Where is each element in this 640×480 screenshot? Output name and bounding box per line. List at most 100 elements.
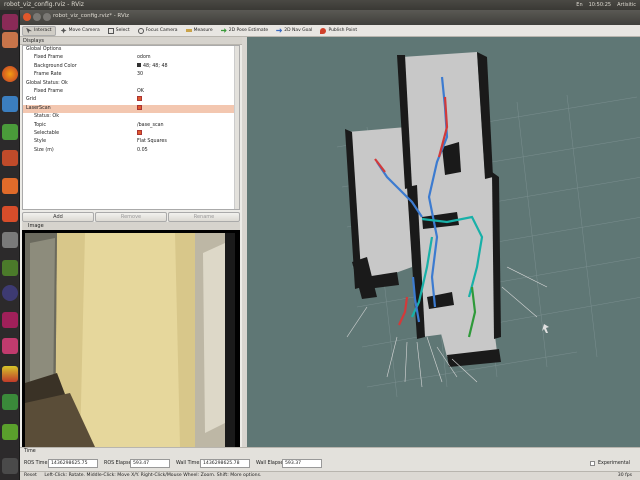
media-icon[interactable] — [2, 312, 18, 328]
displays-row[interactable]: Frame Rate 30 — [23, 71, 239, 79]
system-tray[interactable]: En 10:50:25 Artisitic — [576, 1, 636, 9]
displays-row-key: Grid — [26, 97, 37, 103]
ubuntu-one-icon[interactable] — [2, 206, 18, 222]
tool-focus-camera[interactable]: Focus Camera — [135, 26, 181, 36]
displays-row-key: Status: Ok — [34, 114, 59, 120]
displays-row-key: Fixed Frame — [34, 88, 63, 94]
user-menu[interactable]: Artisitic — [617, 1, 636, 9]
tools-toolbar: Interact Move Camera Select Focus Camera… — [20, 25, 640, 37]
dash-icon[interactable] — [2, 14, 18, 30]
status-hint: Left-Click: Rotate. Middle-Click: Move X… — [44, 473, 262, 478]
qt-icon[interactable] — [2, 424, 18, 440]
wall-time-field: 1436298625.78 — [200, 459, 250, 468]
displays-row[interactable]: Global Status: Ok — [23, 80, 239, 88]
displays-row[interactable]: Selectable — [23, 129, 239, 138]
keyboard-indicator[interactable]: En — [576, 1, 582, 9]
clock[interactable]: 10:50:25 — [589, 1, 611, 9]
tool-select[interactable]: Select — [105, 26, 133, 36]
displays-tree[interactable]: Global Options Fixed Frame odom Background … — [22, 45, 240, 210]
cursor-icon — [26, 27, 32, 34]
displays-row-value-text: 48; 48; 48 — [143, 63, 168, 69]
calc-icon[interactable] — [2, 124, 18, 140]
rename-button[interactable]: Rename — [168, 212, 240, 222]
displays-scrollbar[interactable] — [234, 46, 239, 209]
tool-2d-nav-goal[interactable]: 2D Nav Goal — [273, 26, 315, 36]
remove-button[interactable]: Remove — [95, 212, 167, 222]
tool-move-camera[interactable]: Move Camera — [58, 26, 103, 36]
firefox-icon[interactable] — [2, 66, 18, 82]
displays-row[interactable]: Global Options — [23, 46, 239, 54]
checkbox-icon[interactable] — [137, 129, 142, 135]
tool-label: Publish Point — [328, 28, 358, 33]
text-editor-icon[interactable] — [2, 338, 18, 354]
displays-row[interactable]: Fixed Frame OK — [23, 88, 239, 96]
displays-row-value[interactable]: 30 — [137, 71, 143, 79]
tool-interact[interactable]: Interact — [22, 25, 56, 36]
minimize-window-icon[interactable] — [33, 13, 41, 21]
launcher — [0, 10, 20, 480]
ros-elapsed-field: 593.47 — [130, 459, 170, 468]
select-icon — [107, 27, 114, 34]
displays-row[interactable]: Status: Ok — [23, 113, 239, 121]
top-panel-title: robot_viz_config.rviz - RViz — [4, 1, 84, 8]
top-panel: robot_viz_config.rviz - RViz En 10:50:25… — [0, 0, 640, 10]
focus-icon — [137, 27, 144, 34]
displays-row[interactable]: Grid — [23, 96, 239, 104]
software-center-icon[interactable] — [2, 178, 18, 194]
tool-label: Move Camera — [68, 28, 100, 33]
displays-row-value-text: OK — [137, 88, 144, 94]
displays-row-value[interactable]: odom — [137, 54, 151, 62]
tools-icon[interactable] — [2, 394, 18, 410]
checkbox-icon[interactable] — [137, 96, 142, 102]
displays-row-key: Style — [34, 139, 47, 145]
tool-label: Measure — [193, 28, 213, 33]
add-button[interactable]: Add — [22, 212, 94, 222]
eclipse-icon[interactable] — [2, 285, 18, 301]
displays-row-key: Size (m) — [34, 147, 54, 153]
wall-elapsed-field: 593.37 — [282, 459, 322, 468]
displays-row-key: Background Color — [34, 63, 77, 69]
displays-row-value[interactable]: OK — [137, 88, 144, 96]
writer-icon[interactable] — [2, 96, 18, 112]
experimental-checkbox[interactable] — [590, 461, 595, 466]
displays-row-value[interactable]: 0.05 — [137, 147, 148, 155]
ros-time-label: ROS Time: — [24, 461, 50, 466]
displays-row-value[interactable] — [137, 96, 142, 104]
displays-row-value[interactable] — [137, 104, 142, 113]
apps-icon[interactable] — [2, 366, 18, 382]
displays-row[interactable]: Style Flat Squares — [23, 138, 239, 146]
3d-viewport[interactable] — [247, 37, 640, 447]
files-icon[interactable] — [2, 32, 18, 48]
tool-measure[interactable]: Measure — [183, 26, 216, 36]
fps-readout: 30 fps — [617, 473, 632, 478]
reset-button[interactable]: Reset — [24, 473, 37, 478]
checkbox-icon[interactable] — [137, 104, 142, 110]
displays-row[interactable]: Topic/base_scan — [23, 122, 239, 130]
maximize-window-icon[interactable] — [43, 13, 51, 21]
settings-icon[interactable] — [2, 232, 18, 248]
close-window-icon[interactable] — [23, 13, 31, 21]
displays-buttons: Add Remove Rename — [22, 212, 240, 222]
displays-row[interactable]: Size (m) 0.05 — [23, 147, 239, 155]
experimental-label: Experimental — [598, 461, 630, 466]
impress-icon[interactable] — [2, 150, 18, 166]
camera-image — [25, 233, 235, 447]
displays-row-key: LaserScan — [26, 105, 51, 111]
displays-row-key: Frame Rate — [34, 72, 62, 78]
terminal-icon[interactable] — [2, 260, 18, 276]
displays-row[interactable]: Fixed Frame odom — [23, 54, 239, 62]
displays-row-value[interactable]: /base_scan — [137, 122, 164, 130]
tool-publish-point[interactable]: Publish Point — [317, 26, 360, 36]
tool-2d-pose-estimate[interactable]: 2D Pose Estimate — [218, 26, 272, 36]
displays-row[interactable]: Background Color 48; 48; 48 — [23, 63, 239, 71]
displays-row-key: Fixed Frame — [34, 55, 63, 61]
move-icon — [60, 27, 67, 34]
displays-row[interactable]: LaserScan — [23, 104, 239, 114]
displays-row-value[interactable]: 48; 48; 48 — [137, 63, 168, 71]
trash-icon[interactable] — [2, 458, 18, 474]
displays-row-value-text: odom — [137, 55, 151, 61]
left-dock: Displays Global Options Fixed Frame odom Ba… — [20, 37, 242, 450]
displays-row-value[interactable]: Flat Squares — [137, 138, 167, 146]
window-title: robot_viz_config.rviz* - RViz — [53, 13, 130, 19]
displays-row-value[interactable] — [137, 129, 142, 138]
